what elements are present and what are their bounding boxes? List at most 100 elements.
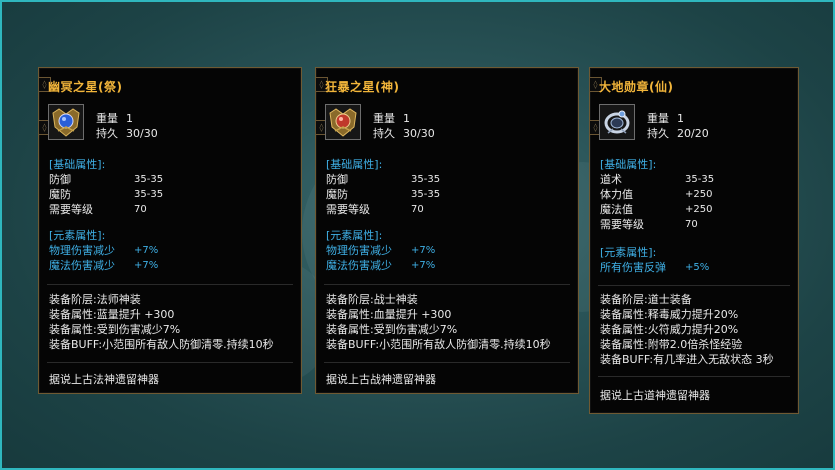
extra-line: 装备阶层:战士神装 <box>326 293 418 306</box>
item-name: 狂暴之星(神) <box>325 80 400 94</box>
attr-row: 物理伤害减少 +7% <box>49 243 158 258</box>
attr-row: 需要等级 70 <box>49 202 147 217</box>
extra-line: 装备BUFF:小范围所有敌人防御清零.持续10秒 <box>326 338 551 351</box>
divider <box>324 362 570 363</box>
durability-label: 持久 <box>96 127 118 140</box>
attr-label: 道术 <box>600 173 622 186</box>
base-attributes-header: [基础属性]: <box>49 158 106 171</box>
attr-value: +7% <box>411 245 436 256</box>
attr-row: 魔法伤害减少 +7% <box>326 258 435 273</box>
attr-value: 35-35 <box>134 189 164 200</box>
attr-value: 35-35 <box>411 189 441 200</box>
attr-row: 道术 35-35 <box>600 172 714 187</box>
attr-label: 魔法伤害减少 <box>326 259 392 272</box>
item-icon-frame <box>48 104 84 140</box>
extra-line: 装备属性:火符威力提升20% <box>600 323 739 336</box>
divider <box>598 376 790 377</box>
extra-line: 装备属性:附带2.0倍杀怪经验 <box>600 338 743 351</box>
attr-row: 物理伤害减少 +7% <box>326 243 435 258</box>
durability-value: 30/30 <box>403 127 435 140</box>
attr-value: 35-35 <box>685 174 715 185</box>
item-icon-frame <box>599 104 635 140</box>
attr-row: 体力值 +250 <box>600 187 712 202</box>
item-lore: 据说上古法神遗留神器 <box>49 373 159 386</box>
extra-line: 装备属性:释毒威力提升20% <box>600 308 739 321</box>
attr-value: 35-35 <box>134 174 164 185</box>
durability-label: 持久 <box>647 127 669 140</box>
base-attributes-header: [基础属性]: <box>326 158 383 171</box>
attr-value: 70 <box>411 204 424 215</box>
extra-line: 装备属性:血量提升 +300 <box>326 308 452 321</box>
attr-value: +7% <box>411 260 436 271</box>
divider <box>47 284 293 285</box>
attr-value: 35-35 <box>411 174 441 185</box>
weight-durability: 重量 1 持久 30/30 <box>373 111 435 141</box>
attr-value: +250 <box>685 204 713 215</box>
attr-label: 体力值 <box>600 188 633 201</box>
attr-value: +5% <box>685 262 710 273</box>
durability-label: 持久 <box>373 127 395 140</box>
attr-label: 需要等级 <box>600 218 644 231</box>
extra-line: 装备阶层:道士装备 <box>600 293 692 306</box>
blue-orb-medal-icon <box>52 108 80 137</box>
item-lore: 据说上古道神遗留神器 <box>600 389 710 402</box>
attr-row: 需要等级 70 <box>600 217 698 232</box>
attr-label: 需要等级 <box>326 203 370 216</box>
attr-label: 魔防 <box>49 188 71 201</box>
attr-row: 防御 35-35 <box>49 172 163 187</box>
durability-value: 20/20 <box>677 127 709 140</box>
extra-attributes: 装备阶层:战士神装 装备属性:血量提升 +300 装备属性:受到伤害减少7% 装… <box>326 292 551 352</box>
attr-row: 所有伤害反弹 +5% <box>600 260 709 275</box>
attr-label: 需要等级 <box>49 203 93 216</box>
element-attributes-header: [元素属性]: <box>49 229 106 242</box>
attr-value: +7% <box>134 260 159 271</box>
red-orb-medal-icon <box>329 108 357 137</box>
extra-attributes: 装备阶层:道士装备 装备属性:释毒威力提升20% 装备属性:火符威力提升20% … <box>600 292 774 367</box>
base-attributes: [基础属性]: 防御 35-35 魔防 35-35 需要等级 70 <box>49 157 163 217</box>
attr-label: 魔法伤害减少 <box>49 259 115 272</box>
element-attributes-header: [元素属性]: <box>326 229 383 242</box>
attr-value: 70 <box>134 204 147 215</box>
element-attributes: [元素属性]: 所有伤害反弹 +5% <box>600 245 709 275</box>
attr-row: 需要等级 70 <box>326 202 424 217</box>
extra-line: 装备阶层:法师神装 <box>49 293 141 306</box>
weight-value: 1 <box>403 112 410 125</box>
attr-label: 魔防 <box>326 188 348 201</box>
element-attributes: [元素属性]: 物理伤害减少 +7% 魔法伤害减少 +7% <box>326 228 435 273</box>
attr-row: 魔法值 +250 <box>600 202 712 217</box>
attr-label: 魔法值 <box>600 203 633 216</box>
item-name: 大地勋章(仙) <box>599 80 674 94</box>
attr-label: 防御 <box>326 173 348 186</box>
item-tooltip-2: ◊ ◊ 狂暴之星(神) 重量 1 持久 30/30 [基础属性]: 防御 35-35 … <box>315 67 579 394</box>
attr-value: +7% <box>134 245 159 256</box>
item-tooltip-3: ◊ ◊ 大地勋章(仙) 重量 1 持久 20/20 [基础属性]: 道术 35-35 … <box>589 67 799 414</box>
attr-row: 防御 35-35 <box>326 172 440 187</box>
item-tooltip-1: ◊ ◊ 幽冥之星(祭) 重量 1 持久 30/30 [基础属性]: 防御 35-35 … <box>38 67 302 394</box>
weight-label: 重量 <box>647 112 669 125</box>
base-attributes: [基础属性]: 防御 35-35 魔防 35-35 需要等级 70 <box>326 157 440 217</box>
divider <box>598 285 790 286</box>
silver-ring-medal-icon <box>604 110 630 134</box>
attr-row: 魔防 35-35 <box>326 187 440 202</box>
extra-line: 装备BUFF:小范围所有敌人防御清零.持续10秒 <box>49 338 274 351</box>
extra-attributes: 装备阶层:法师神装 装备属性:蓝量提升 +300 装备属性:受到伤害减少7% 装… <box>49 292 274 352</box>
weight-label: 重量 <box>96 112 118 125</box>
extra-line: 装备属性:受到伤害减少7% <box>49 323 181 336</box>
attr-label: 所有伤害反弹 <box>600 261 666 274</box>
item-lore: 据说上古战神遗留神器 <box>326 373 436 386</box>
attr-label: 物理伤害减少 <box>326 244 392 257</box>
weight-durability: 重量 1 持久 30/30 <box>96 111 158 141</box>
base-attributes-header: [基础属性]: <box>600 158 657 171</box>
divider <box>324 284 570 285</box>
item-name: 幽冥之星(祭) <box>48 80 123 94</box>
attr-label: 防御 <box>49 173 71 186</box>
attr-value: +250 <box>685 189 713 200</box>
extra-line: 装备BUFF:有几率进入无敌状态 3秒 <box>600 353 774 366</box>
weight-value: 1 <box>677 112 684 125</box>
weight-value: 1 <box>126 112 133 125</box>
element-attributes: [元素属性]: 物理伤害减少 +7% 魔法伤害减少 +7% <box>49 228 158 273</box>
extra-line: 装备属性:蓝量提升 +300 <box>49 308 175 321</box>
attr-value: 70 <box>685 219 698 230</box>
element-attributes-header: [元素属性]: <box>600 246 657 259</box>
weight-label: 重量 <box>373 112 395 125</box>
